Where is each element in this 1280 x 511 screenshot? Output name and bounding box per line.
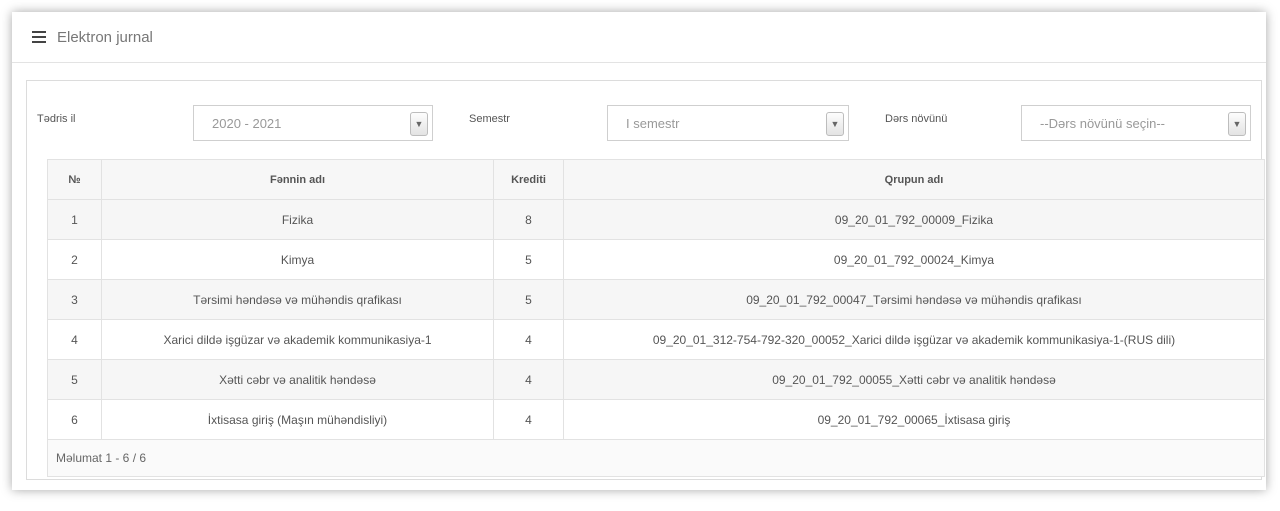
cell-group: 09_20_01_792_00065_İxtisasa giriş: [563, 399, 1265, 440]
table-row[interactable]: 3 Tərsimi həndəsə və mühəndis qrafikası …: [47, 279, 1265, 320]
semester-select-value: I semestr: [626, 116, 680, 131]
lesson-type-select-value: --Dərs növünü seçin--: [1040, 116, 1165, 131]
column-header-group[interactable]: Qrupun adı: [563, 159, 1265, 200]
cell-subject: Fizika: [101, 199, 494, 240]
cell-number: 1: [47, 199, 102, 240]
cell-credit: 5: [493, 279, 564, 320]
cell-subject: Kimya: [101, 239, 494, 280]
cell-number: 6: [47, 399, 102, 440]
cell-group: 09_20_01_312-754-792-320_00052_Xarici di…: [563, 319, 1265, 360]
column-header-subject[interactable]: Fənnin adı: [101, 159, 494, 200]
table-row[interactable]: 6 İxtisasa giriş (Maşın mühəndisliyi) 4 …: [47, 399, 1265, 440]
semester-select[interactable]: I semestr ▼: [607, 105, 849, 141]
cell-credit: 4: [493, 399, 564, 440]
column-header-credit[interactable]: Krediti: [493, 159, 564, 200]
column-header-number[interactable]: №: [47, 159, 102, 200]
cell-credit: 8: [493, 199, 564, 240]
table-row[interactable]: 5 Xətti cəbr və analitik həndəsə 4 09_20…: [47, 359, 1265, 400]
cell-subject: Xarici dildə işgüzar və akademik kommuni…: [101, 319, 494, 360]
table-row[interactable]: 1 Fizika 8 09_20_01_792_00009_Fizika: [47, 199, 1265, 240]
cell-credit: 4: [493, 319, 564, 360]
cell-number: 4: [47, 319, 102, 360]
year-select[interactable]: 2020 - 2021 ▼: [193, 105, 433, 141]
cell-number: 5: [47, 359, 102, 400]
chevron-down-icon[interactable]: ▼: [1228, 112, 1246, 136]
table-row[interactable]: 2 Kimya 5 09_20_01_792_00024_Kimya: [47, 239, 1265, 280]
cell-group: 09_20_01_792_00024_Kimya: [563, 239, 1265, 280]
journal-panel: Tədris il 2020 - 2021 ▼ Semestr I semest…: [26, 80, 1265, 480]
cell-subject: Tərsimi həndəsə və mühəndis qrafikası: [101, 279, 494, 320]
chevron-down-icon[interactable]: ▼: [410, 112, 428, 136]
cell-subject: Xətti cəbr və analitik həndəsə: [101, 359, 494, 400]
cell-credit: 4: [493, 359, 564, 400]
table-row[interactable]: 4 Xarici dildə işgüzar və akademik kommu…: [47, 319, 1265, 360]
lesson-type-label: Dərs növünü: [885, 113, 948, 125]
hamburger-menu-icon[interactable]: [32, 31, 46, 43]
cell-number: 2: [47, 239, 102, 280]
cell-number: 3: [47, 279, 102, 320]
app-window: Elektron jurnal Tədris il 2020 - 2021 ▼ …: [12, 12, 1266, 490]
semester-label: Semestr: [469, 113, 510, 125]
cell-group: 09_20_01_792_00009_Fizika: [563, 199, 1265, 240]
subjects-table: № Fənnin adı Krediti Qrupun adı 1 Fizika…: [47, 159, 1265, 440]
filters-bar: Tədris il 2020 - 2021 ▼ Semestr I semest…: [27, 81, 1261, 141]
cell-group: 09_20_01_792_00047_Tərsimi həndəsə və mü…: [563, 279, 1265, 320]
table-footer-info: Məlumat 1 - 6 / 6: [47, 439, 1265, 477]
year-label: Tədris il: [37, 113, 76, 125]
lesson-type-select[interactable]: --Dərs növünü seçin-- ▼: [1021, 105, 1251, 141]
cell-subject: İxtisasa giriş (Maşın mühəndisliyi): [101, 399, 494, 440]
table-header-row: № Fənnin adı Krediti Qrupun adı: [47, 159, 1265, 200]
chevron-down-icon[interactable]: ▼: [826, 112, 844, 136]
cell-credit: 5: [493, 239, 564, 280]
cell-group: 09_20_01_792_00055_Xətti cəbr və analiti…: [563, 359, 1265, 400]
year-select-value: 2020 - 2021: [212, 116, 282, 131]
top-bar: Elektron jurnal: [12, 12, 1266, 63]
app-title: Elektron jurnal: [57, 28, 153, 46]
